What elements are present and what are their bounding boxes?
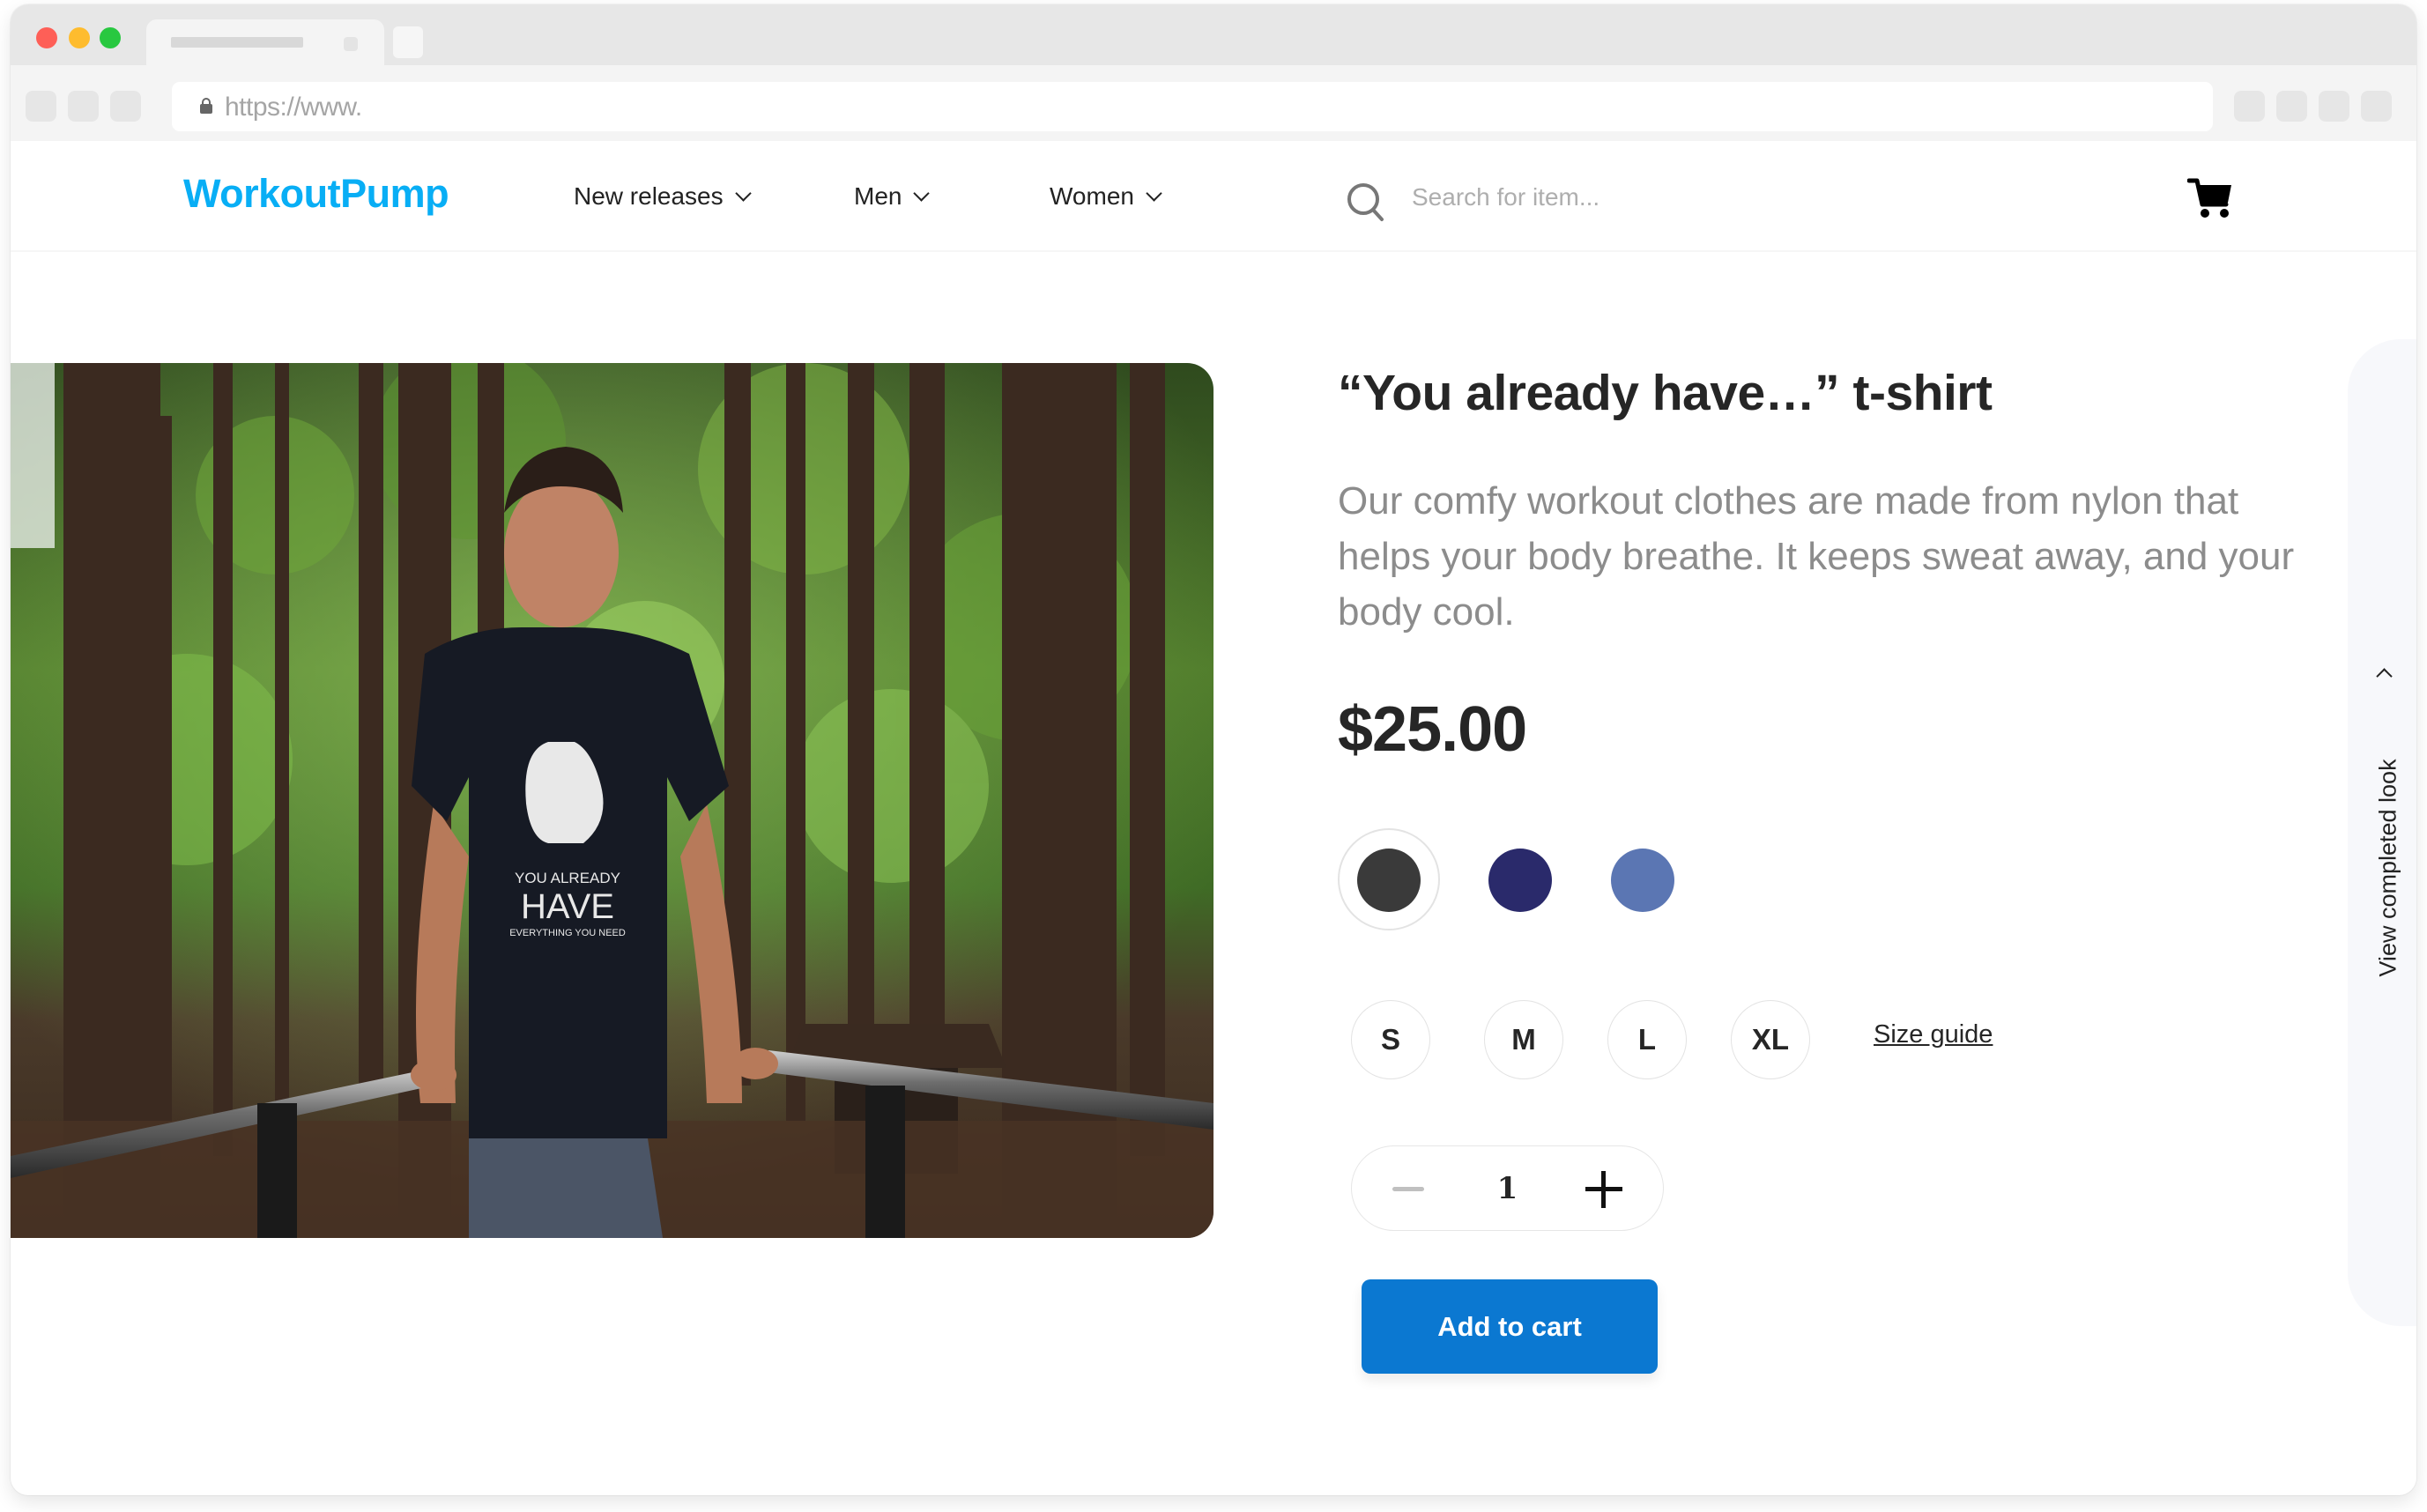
maximize-window-button[interactable] (100, 27, 121, 48)
lock-icon (200, 98, 212, 114)
add-to-cart-button[interactable]: Add to cart (1362, 1279, 1658, 1374)
size-option-xl[interactable]: XL (1731, 1000, 1810, 1079)
chevron-down-icon (1146, 184, 1162, 202)
search-icon[interactable] (1345, 181, 1387, 223)
url-field[interactable]: https://www. (172, 82, 2213, 131)
size-guide-link[interactable]: Size guide (1874, 1020, 1993, 1049)
site-header: WorkoutPump New releases Men Women (11, 141, 2416, 252)
minimize-window-button[interactable] (69, 27, 90, 48)
nav-men[interactable]: Men (854, 182, 931, 211)
chevron-left-icon (2376, 668, 2393, 685)
color-swatch-charcoal[interactable] (1357, 849, 1421, 912)
back-button[interactable] (26, 91, 56, 122)
new-tab-button[interactable] (393, 26, 423, 58)
browser-window: https://www. WorkoutPump New releases Me… (11, 4, 2416, 1495)
tab-bar (11, 4, 2416, 69)
increase-quantity-button[interactable] (1585, 1171, 1622, 1208)
tab-close-icon[interactable] (344, 37, 358, 51)
nav-label: New releases (574, 182, 724, 210)
site-logo[interactable]: WorkoutPump (183, 171, 449, 217)
nav-new-releases[interactable]: New releases (574, 182, 752, 211)
extension-button-2[interactable] (2276, 91, 2307, 122)
search-input[interactable] (1412, 178, 1941, 217)
close-window-button[interactable] (36, 27, 57, 48)
size-option-l[interactable]: L (1607, 1000, 1687, 1079)
view-completed-look-panel[interactable]: View completed look (2348, 339, 2416, 1326)
nav-label: Men (854, 182, 902, 210)
nav-women[interactable]: Women (1050, 182, 1162, 211)
browser-tab[interactable] (146, 19, 384, 69)
product-image: YOU ALREADY HAVE EVERYTHING YOU NEED (11, 363, 1214, 1238)
color-swatch-navy[interactable] (1488, 849, 1552, 912)
extension-button-3[interactable] (2319, 91, 2349, 122)
address-bar-row: https://www. (11, 65, 2416, 141)
quantity-stepper: 1 (1351, 1145, 1664, 1231)
side-panel-label: View completed look (2374, 759, 2401, 977)
forward-button[interactable] (68, 91, 99, 122)
tab-title-placeholder (171, 37, 303, 48)
shirt-print-line2: HAVE (521, 887, 614, 926)
url-text: https://www. (225, 93, 362, 122)
size-option-s[interactable]: S (1351, 1000, 1430, 1079)
menu-button[interactable] (2361, 91, 2392, 122)
product-price: $25.00 (1338, 694, 1527, 765)
nav-label: Women (1050, 182, 1134, 210)
shirt-print-line1: YOU ALREADY (515, 870, 620, 886)
extension-button-1[interactable] (2234, 91, 2265, 122)
cart-icon[interactable] (2187, 176, 2235, 220)
color-swatch-periwinkle[interactable] (1611, 849, 1674, 912)
product-description: Our comfy workout clothes are made from … (1338, 479, 2295, 634)
shirt-print-line3: EVERYTHING YOU NEED (509, 928, 626, 938)
product-title: “You already have…” t-shirt (1338, 365, 1993, 421)
chevron-down-icon (734, 184, 752, 202)
reload-button[interactable] (110, 91, 141, 122)
size-option-m[interactable]: M (1484, 1000, 1563, 1079)
chevron-down-icon (913, 184, 931, 202)
